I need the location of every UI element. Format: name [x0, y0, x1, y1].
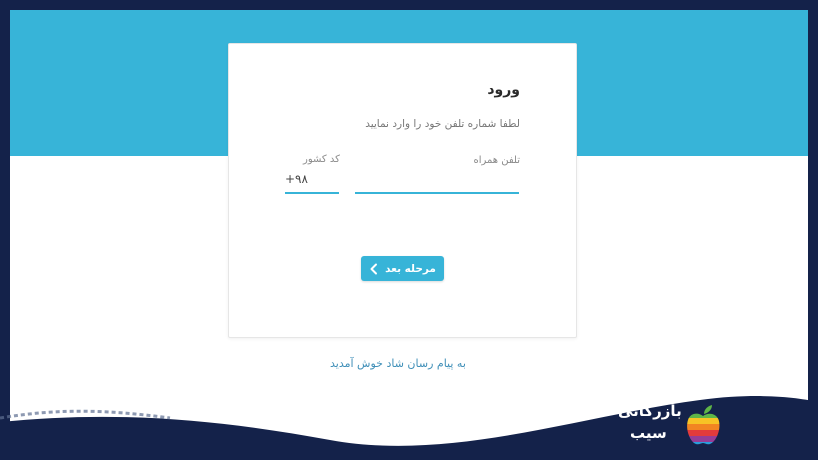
phone-input[interactable]: [355, 168, 519, 194]
welcome-text: به پیام رسان شاد خوش آمدید: [330, 357, 466, 370]
next-step-label: مرحله بعد: [385, 262, 436, 275]
logo-text-line1: بازرگانی: [618, 402, 682, 420]
brand-logo: بازرگانی سیب: [616, 400, 728, 450]
login-title: ورود: [487, 82, 520, 98]
chevron-left-icon: [370, 263, 378, 274]
apple-logo-icon: [687, 405, 720, 445]
next-step-button[interactable]: مرحله بعد: [361, 256, 444, 281]
phone-label: تلفن همراه: [473, 155, 520, 166]
country-code-underline: [285, 192, 339, 194]
logo-text-line2: سیب: [630, 424, 667, 442]
login-card: ورود لطفا شماره تلفن خود را وارد نمایید …: [228, 43, 577, 338]
login-subtitle: لطفا شماره تلفن خود را وارد نمایید: [365, 118, 520, 130]
country-code-label: کد کشور: [303, 154, 340, 165]
country-code-value[interactable]: +۹۸: [285, 172, 308, 186]
